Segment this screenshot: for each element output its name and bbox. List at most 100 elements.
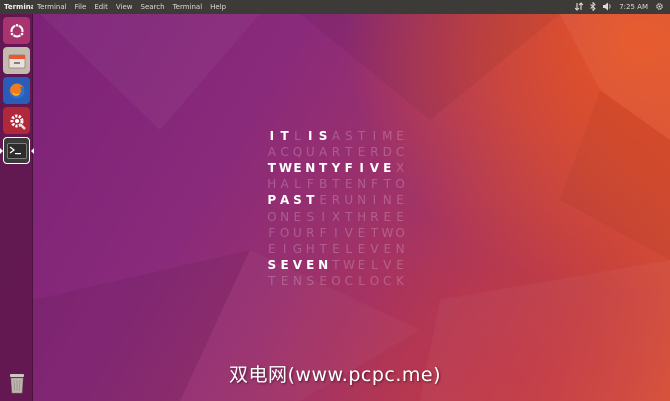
clock-letter: V [383, 257, 392, 272]
clock-letter: S [306, 273, 315, 288]
files-icon[interactable] [3, 47, 30, 74]
clock-row: EIGHTELEVEN [266, 241, 406, 257]
clock-letter: O [395, 225, 405, 240]
clock-row: TENSEOCLOCK [266, 273, 406, 289]
clock-letter: W [342, 257, 355, 272]
clock-letter: T [319, 161, 328, 176]
clock-letter: R [370, 209, 379, 224]
clock-row: SEVENTWELVE [266, 257, 406, 273]
terminal-running-indicator [0, 148, 3, 154]
clock-letter: T [332, 177, 340, 192]
clock-letter: A [319, 145, 328, 160]
clock-row: TWENTYFIVEX [266, 160, 406, 176]
clock-letter: R [306, 225, 315, 240]
clock-letter: E [268, 241, 276, 256]
clock-letter: L [371, 257, 378, 272]
clock-letter: U [293, 225, 302, 240]
clock-letter: L [358, 273, 365, 288]
clock-letter: F [268, 225, 276, 240]
clock-letter: F [319, 225, 327, 240]
clock-letter: U [305, 145, 315, 160]
clock-letter: I [282, 241, 287, 256]
clock-letter: K [396, 273, 405, 288]
volume-icon[interactable] [603, 2, 612, 13]
clock-letter: P [267, 193, 277, 208]
clock-letter: O [395, 177, 405, 192]
clock-letter: R [370, 145, 379, 160]
clock-letter: R [331, 193, 341, 208]
clock-letter: S [318, 129, 328, 144]
clock-letter: C [280, 145, 289, 160]
menu-view[interactable]: View [112, 3, 137, 11]
clock-row: HALFBTENFTO [266, 176, 406, 192]
clock-letter: I [372, 129, 377, 144]
clock-letter: N [395, 241, 405, 256]
clock-letter: H [357, 209, 367, 224]
clock-letter: T [345, 209, 353, 224]
clock-time[interactable]: 7:25 AM [619, 3, 648, 11]
clock-letter: G [292, 241, 303, 256]
clock-letter: I [321, 209, 325, 224]
clock-letter: A [280, 177, 289, 192]
clock-letter: T [345, 145, 353, 160]
clock-letter: A [331, 129, 341, 144]
clock-letter: A [267, 145, 276, 160]
clock-letter: N [305, 161, 316, 176]
clock-letter: T [332, 257, 340, 272]
clock-letter: C [344, 273, 353, 288]
clock-row: ACQUARTERDC [266, 144, 406, 160]
menu-edit[interactable]: Edit [90, 3, 112, 11]
clock-letter: N [318, 257, 329, 272]
clock-letter: N [382, 193, 392, 208]
clock-letter: E [396, 129, 404, 144]
watermark-text: 双电网(www.pcpc.me) [229, 364, 441, 386]
clock-letter: E [357, 145, 366, 160]
clock-letter: O [279, 225, 290, 240]
clock-letter: C [395, 145, 405, 160]
menu-help[interactable]: Help [206, 3, 230, 11]
clock-letter: V [292, 257, 303, 272]
transfer-icon[interactable] [574, 1, 584, 13]
clock-letter: F [344, 161, 353, 176]
menu-search[interactable]: Search [137, 3, 169, 11]
menu-file[interactable]: File [71, 3, 91, 11]
clock-letter: E [383, 241, 392, 256]
clock-letter: U [344, 193, 354, 208]
firefox-icon[interactable] [3, 77, 30, 104]
clock-letter: Y [331, 161, 341, 176]
clock-letter: E [396, 209, 404, 224]
bluetooth-icon[interactable] [590, 0, 596, 13]
clock-letter: E [306, 257, 315, 272]
clock-letter: V [344, 225, 353, 240]
clock-letter: N [357, 193, 367, 208]
clock-letter: O [331, 273, 341, 288]
ubuntu-dash-icon[interactable] [3, 17, 30, 44]
clock-letter: N [357, 177, 367, 192]
clock-letter: I [334, 225, 338, 240]
clock-letter: E [280, 273, 289, 288]
clock-letter: T [280, 129, 289, 144]
clock-letter: S [306, 209, 315, 224]
clock-letter: C [383, 273, 392, 288]
clock-letter: V [369, 161, 380, 176]
active-app-name: Terminal [4, 3, 33, 11]
clock-letter: N [292, 273, 302, 288]
clock-row: ITLISASTIME [266, 128, 406, 144]
terminal-icon[interactable] [3, 137, 30, 164]
gear-icon[interactable] [655, 2, 664, 13]
menu-terminal-2[interactable]: Terminal [169, 3, 207, 11]
clock-row: FOURFIVETWO [266, 225, 406, 241]
clock-letter: I [308, 129, 313, 144]
clock-letter: E [357, 225, 366, 240]
clock-letter: B [318, 177, 328, 192]
clock-letter: O [369, 273, 380, 288]
clock-letter: T [357, 129, 366, 144]
menu-terminal[interactable]: Terminal [33, 3, 71, 11]
clock-letter: E [383, 209, 392, 224]
clock-letter: E [319, 273, 327, 288]
clock-letter: W [278, 161, 293, 176]
clock-letter: L [294, 177, 301, 192]
launcher-bar [0, 14, 34, 401]
system-settings-icon[interactable] [3, 107, 30, 134]
clock-letter: L [294, 129, 301, 144]
